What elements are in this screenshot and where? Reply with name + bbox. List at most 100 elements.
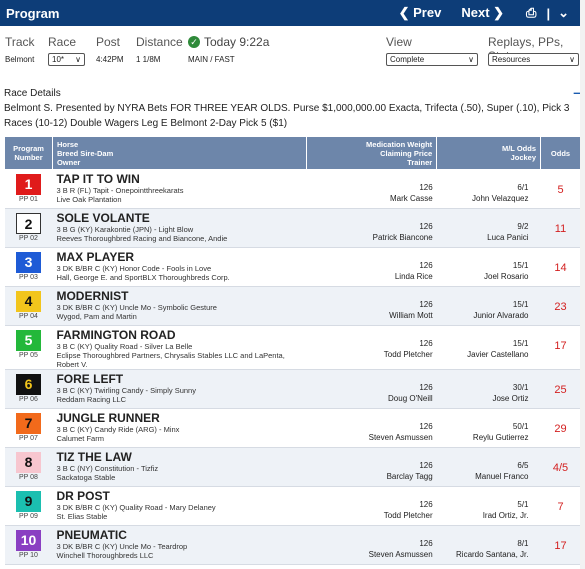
trainer: Doug O'Neill: [388, 394, 433, 403]
post-position: PP 04: [19, 313, 38, 320]
odds-cell: 17: [540, 525, 581, 565]
table-row[interactable]: 6 PP 06 FORE LEFT 3 B C (KY) Twirling Candy…: [4, 369, 581, 409]
owner: Winchell Thoroughbreds LLC: [56, 551, 154, 560]
next-race-button[interactable]: Next ❯: [461, 5, 504, 21]
horse-name[interactable]: JUNGLE RUNNER: [56, 412, 306, 425]
horse-name[interactable]: MODERNIST: [56, 290, 306, 303]
post-label: Post: [96, 35, 121, 49]
odds-cell: 11: [540, 208, 581, 248]
medication-cell: 126 Barclay Tagg: [306, 447, 437, 487]
odds-value: 29: [554, 423, 567, 435]
program-cell: 7 PP 07: [4, 408, 53, 448]
horse-cell: TIZ THE LAW 3 B C (NY) Constitution - Tiz…: [52, 447, 307, 487]
print-icon[interactable]: ⎙: [526, 5, 536, 21]
odds-value: 7: [557, 501, 564, 513]
trainer: William Mott: [389, 311, 433, 320]
program-number-badge: 3: [15, 252, 41, 273]
odds-cell: 17: [540, 325, 581, 370]
program-number-badge: 4: [15, 291, 41, 312]
horse-name[interactable]: PNEUMATIC: [56, 529, 306, 542]
chevron-down-icon: ∨: [75, 55, 81, 64]
resources-select-value: Resources: [492, 55, 531, 64]
program-cell: 5 PP 05: [4, 325, 53, 370]
horse-name[interactable]: FARMINGTON ROAD: [56, 329, 306, 342]
header-ml-odds[interactable]: M/L Odds Jockey: [436, 136, 541, 170]
weight: 126: [419, 339, 433, 348]
ml-odds-cell: 15/1 Javier Castellano: [436, 325, 541, 370]
owner: Sackatoga Stable: [56, 473, 116, 482]
today-status: ✓ Today 9:22a: [188, 35, 269, 49]
scrollbar[interactable]: [580, 0, 585, 569]
track-label: Track: [5, 35, 35, 49]
ml-odds-cell: 6/1 John Velazquez: [436, 169, 541, 209]
race-details-text: Belmont S. Presented by NYRA Bets FOR TH…: [4, 103, 570, 129]
odds-value: 4/5: [552, 462, 569, 474]
odds-value: 14: [554, 262, 567, 274]
header-horse-label: Horse Breed Sire-Dam Owner: [56, 139, 114, 167]
view-select[interactable]: Complete ∨: [386, 53, 478, 66]
weight: 126: [419, 183, 433, 192]
program-cell: 2 PP 02: [4, 208, 53, 248]
post-position: PP 05: [19, 352, 38, 359]
table-row[interactable]: 7 PP 07 JUNGLE RUNNER 3 B C (KY) Candy Ride…: [4, 408, 581, 448]
header-odds[interactable]: Odds: [540, 136, 581, 170]
ml-odds: 50/1: [512, 422, 529, 431]
program-number-badge: 8: [15, 452, 41, 473]
program-number-badge: 5: [15, 330, 41, 351]
horse-cell: MODERNIST 3 DK B/BR C (KY) Uncle Mo - Sym…: [52, 286, 307, 326]
program-number-badge: 10: [15, 530, 41, 551]
horse-cell: PNEUMATIC 3 DK B/BR C (KY) Uncle Mo - Tea…: [52, 525, 307, 565]
header-program[interactable]: Program Number: [4, 136, 53, 170]
post-position: PP 03: [19, 274, 38, 281]
ml-odds-cell: 50/1 Reylu Gutierrez: [436, 408, 541, 448]
horse-name[interactable]: FORE LEFT: [56, 373, 306, 386]
horse-cell: DR POST 3 DK B/BR C (KY) Quality Road - M…: [52, 486, 307, 526]
jockey: Joel Rosario: [484, 272, 529, 281]
medication-cell: 126 Steven Asmussen: [306, 525, 437, 565]
header-medication[interactable]: Medication Weight Claiming Price Trainer: [306, 136, 438, 170]
trainer: Patrick Biancone: [372, 233, 433, 242]
jockey: Javier Castellano: [467, 350, 529, 359]
race-select-value: 10*: [52, 55, 65, 64]
table-row[interactable]: 2 PP 02 SOLE VOLANTE 3 B G (KY) Karakontie …: [4, 208, 581, 248]
view-select-value: Complete: [390, 55, 425, 64]
post-value: 4:42PM: [96, 55, 124, 64]
horse-name[interactable]: DR POST: [56, 490, 306, 503]
prev-race-button[interactable]: ❮ Prev: [399, 5, 442, 21]
weight: 126: [419, 222, 433, 231]
medication-cell: 126 Linda Rice: [306, 247, 437, 287]
table-row[interactable]: 8 PP 08 TIZ THE LAW 3 B C (NY) Constitution…: [4, 447, 581, 487]
table-row[interactable]: 1 PP 01 TAP IT TO WIN 3 B R (FL) Tapit - On…: [4, 169, 581, 209]
table-row[interactable]: 10 PP 10 PNEUMATIC 3 DK B/BR C (KY) Uncle M…: [4, 525, 581, 565]
horse-cell: MAX PLAYER 3 DK B/BR C (KY) Honor Code - …: [52, 247, 307, 287]
ml-odds-cell: 6/5 Manuel Franco: [436, 447, 541, 487]
ml-odds-cell: 9/2 Luca Panici: [436, 208, 541, 248]
horse-name[interactable]: TAP IT TO WIN: [56, 173, 306, 186]
table-row[interactable]: 9 PP 09 DR POST 3 DK B/BR C (KY) Quality Ro…: [4, 486, 581, 526]
medication-cell: 126 Todd Pletcher: [306, 486, 437, 526]
chevron-down-icon[interactable]: ⌄: [558, 5, 569, 21]
header-odds-label: Odds: [550, 148, 571, 158]
horse-name[interactable]: TIZ THE LAW: [56, 451, 306, 464]
breed-sire-dam: 3 B G (KY) Karakontie (JPN) - Light Blow: [56, 225, 194, 234]
jockey: Junior Alvarado: [473, 311, 529, 320]
ml-odds-cell: 30/1 Jose Ortiz: [436, 369, 541, 409]
distance-label: Distance: [136, 35, 183, 49]
ml-odds: 5/1: [517, 500, 529, 509]
resources-select[interactable]: Resources ∨: [488, 53, 579, 66]
table-row[interactable]: 5 PP 05 FARMINGTON ROAD 3 B C (KY) Quality …: [4, 325, 581, 370]
chevron-down-icon: ∨: [569, 55, 575, 64]
program-number-badge: 9: [15, 491, 41, 512]
next-label: Next: [461, 5, 490, 20]
header-horse[interactable]: Horse Breed Sire-Dam Owner: [51, 136, 308, 170]
breed-sire-dam: 3 DK B/BR C (KY) Quality Road - Mary Del…: [56, 503, 216, 512]
weight: 126: [419, 539, 433, 548]
race-select[interactable]: 10* ∨: [48, 53, 85, 66]
header-ml-odds-label: M/L Odds Jockey: [501, 144, 536, 162]
table-row[interactable]: 4 PP 04 MODERNIST 3 DK B/BR C (KY) Uncle Mo…: [4, 286, 581, 326]
odds-value: 11: [554, 223, 567, 235]
horse-name[interactable]: SOLE VOLANTE: [56, 212, 306, 225]
page-title: Program: [6, 5, 60, 21]
horse-name[interactable]: MAX PLAYER: [56, 251, 306, 264]
table-row[interactable]: 3 PP 03 MAX PLAYER 3 DK B/BR C (KY) Honor C…: [4, 247, 581, 287]
